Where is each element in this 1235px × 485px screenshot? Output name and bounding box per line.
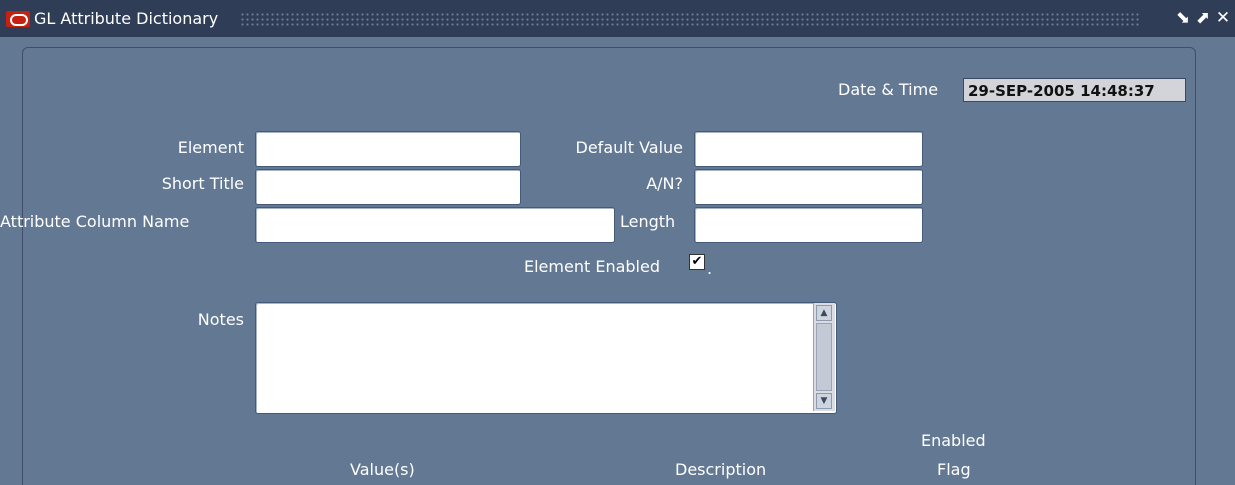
notes-label: Notes bbox=[197, 310, 244, 329]
title-bar-pattern bbox=[240, 12, 1140, 26]
oracle-logo-icon bbox=[6, 11, 30, 27]
attribute-column-name-label: Attribute Column Name bbox=[0, 212, 190, 231]
scroll-thumb[interactable] bbox=[816, 323, 832, 391]
close-icon[interactable]: ✕ bbox=[1213, 8, 1233, 28]
default-value-field[interactable] bbox=[694, 131, 923, 167]
element-enabled-checkbox[interactable]: ✔ bbox=[689, 254, 705, 270]
date-time-label: Date & Time bbox=[838, 80, 939, 99]
scroll-up-icon[interactable]: ▲ bbox=[816, 305, 832, 321]
short-title-field[interactable] bbox=[255, 169, 521, 205]
short-title-label: Short Title bbox=[161, 174, 244, 193]
column-header-description: Description bbox=[675, 460, 767, 479]
column-header-enabled: Enabled bbox=[921, 431, 986, 450]
date-time-field: 29-SEP-2005 14:48:37 bbox=[963, 78, 1186, 102]
notes-textarea[interactable] bbox=[255, 302, 837, 414]
an-field[interactable] bbox=[694, 169, 923, 205]
window-title: GL Attribute Dictionary bbox=[34, 9, 219, 28]
element-enabled-label: Element Enabled bbox=[524, 257, 660, 276]
minimize-icon[interactable]: ⬊ bbox=[1173, 8, 1193, 28]
element-field[interactable] bbox=[255, 131, 521, 167]
length-field[interactable] bbox=[694, 207, 923, 243]
default-value-label: Default Value bbox=[575, 138, 683, 157]
title-bar[interactable]: GL Attribute Dictionary ⬊ ⬈ ✕ bbox=[0, 0, 1235, 37]
maximize-icon[interactable]: ⬈ bbox=[1193, 8, 1213, 28]
gl-attribute-dictionary-window: GL Attribute Dictionary ⬊ ⬈ ✕ Date & Tim… bbox=[0, 0, 1235, 485]
notes-scrollbar[interactable]: ▲ ▼ bbox=[813, 303, 835, 411]
length-label: Length bbox=[620, 212, 676, 231]
element-label: Element bbox=[177, 138, 244, 157]
column-header-values: Value(s) bbox=[350, 460, 415, 479]
column-header-flag: Flag bbox=[937, 460, 971, 479]
scroll-down-icon[interactable]: ▼ bbox=[816, 393, 832, 409]
an-label: A/N? bbox=[646, 174, 683, 193]
attribute-column-name-field[interactable] bbox=[255, 207, 615, 243]
checkbox-period: . bbox=[707, 259, 713, 278]
